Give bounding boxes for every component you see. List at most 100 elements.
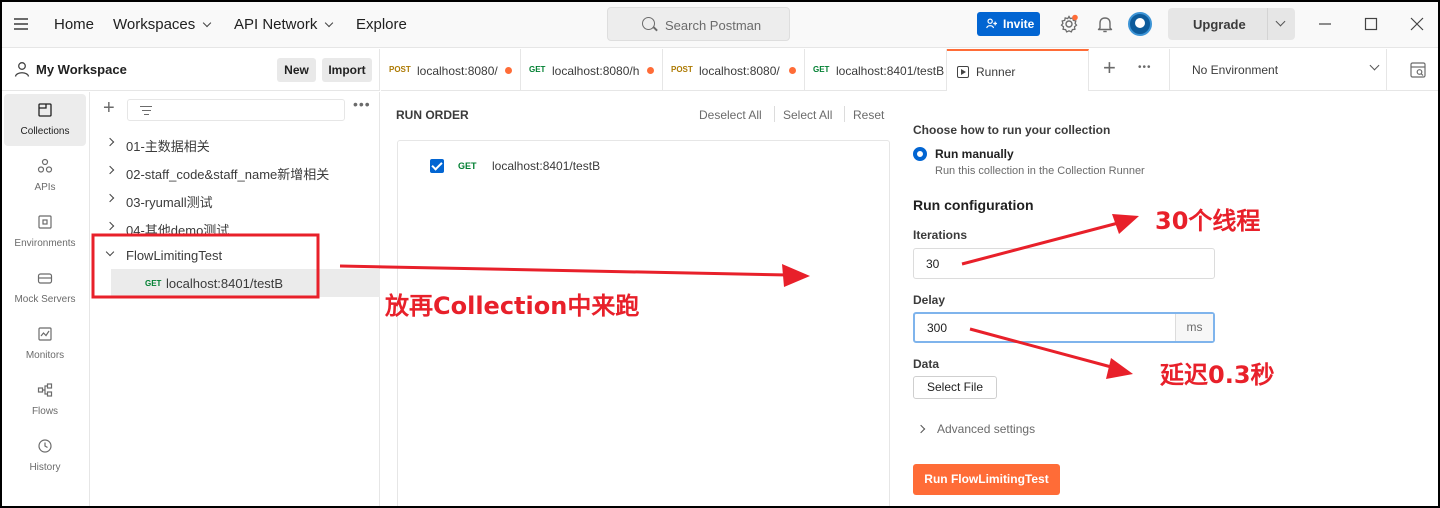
tree-item-collection[interactable]: 03-ryumall测试: [91, 185, 380, 213]
tab-request[interactable]: POST localhost:8080/: [663, 49, 805, 91]
import-button[interactable]: Import: [322, 58, 372, 82]
collections-tree: + ••• 01-主数据相关 02-staff_code&staff_name新…: [91, 92, 380, 506]
divider: [844, 106, 845, 122]
select-file-button[interactable]: Select File: [913, 376, 997, 399]
chevron-right-icon[interactable]: [105, 165, 115, 175]
chevron-right-icon[interactable]: [105, 193, 115, 203]
delay-field[interactable]: 300 ms: [913, 312, 1215, 343]
new-button[interactable]: New: [277, 58, 316, 82]
request-checkbox[interactable]: [430, 159, 444, 173]
iterations-field[interactable]: 30: [913, 248, 1215, 279]
tab-label: Runner: [976, 65, 1016, 79]
nav-explore[interactable]: Explore: [356, 16, 407, 33]
tab-request[interactable]: POST localhost:8080/: [381, 49, 521, 91]
menu-icon[interactable]: [14, 18, 28, 30]
mock-servers-icon: [37, 273, 53, 284]
nav-api-network[interactable]: API Network: [234, 16, 334, 33]
tab-label: localhost:8401/testB: [836, 64, 945, 78]
select-all-link[interactable]: Select All: [783, 108, 832, 122]
run-manually-label[interactable]: Run manually: [935, 147, 1014, 161]
collection-label: 03-ryumall测试: [126, 195, 213, 210]
sidebar-item-label: Environments: [14, 238, 76, 249]
close-icon[interactable]: [1409, 16, 1425, 32]
reset-link[interactable]: Reset: [853, 108, 884, 122]
tab-label: localhost:8080/: [699, 64, 780, 78]
runner-icon: [957, 66, 969, 78]
top-bar: Home Workspaces API Network Explore Sear…: [2, 2, 1438, 48]
notifications-bell-icon[interactable]: [1095, 14, 1115, 34]
maximize-icon[interactable]: [1363, 16, 1379, 32]
chevron-down-icon: [203, 18, 212, 28]
chevron-down-icon: [1369, 60, 1380, 71]
deselect-all-link[interactable]: Deselect All: [699, 108, 762, 122]
tree-item-collection[interactable]: 01-主数据相关: [91, 129, 380, 157]
collection-label: 04-其他demo测试: [126, 223, 230, 238]
sidebar-item-apis[interactable]: APIs: [4, 150, 86, 202]
nav-home[interactable]: Home: [54, 16, 94, 33]
collection-label: FlowLimitingTest: [126, 248, 223, 263]
sidebar-item-history[interactable]: History: [4, 430, 86, 482]
tab-label: localhost:8080/h: [552, 64, 640, 78]
sidebar-item-environments[interactable]: Environments: [4, 206, 86, 258]
run-configuration-heading: Run configuration: [913, 197, 1034, 213]
arrow-head: [1106, 358, 1133, 379]
invite-button[interactable]: Invite: [977, 12, 1040, 36]
sidebar-item-label: Collections: [20, 126, 70, 137]
environment-select[interactable]: No Environment: [1169, 49, 1387, 91]
tree-item-collection[interactable]: FlowLimitingTest: [91, 241, 380, 269]
minimize-icon[interactable]: [1317, 16, 1333, 32]
tab-request[interactable]: GET localhost:8080/h: [521, 49, 663, 91]
new-tab-icon[interactable]: +: [1103, 57, 1116, 79]
environment-quick-look-icon[interactable]: [1409, 61, 1427, 79]
filter-input[interactable]: [127, 99, 345, 121]
settings-icon[interactable]: [1059, 14, 1079, 34]
sidebar-item-collections[interactable]: Collections: [4, 94, 86, 146]
chevron-right-icon[interactable]: [105, 137, 115, 147]
iterations-value: 30: [926, 257, 940, 271]
chevron-right-icon[interactable]: [105, 221, 115, 231]
monitors-icon: [38, 327, 52, 341]
unsaved-dot: [789, 67, 796, 74]
environment-label: No Environment: [1192, 63, 1279, 77]
sidebar-item-flows[interactable]: Flows: [4, 374, 86, 426]
unsaved-dot: [647, 67, 654, 74]
method-badge: GET: [813, 65, 830, 74]
tab-bar: POST localhost:8080/ GET localhost:8080/…: [381, 49, 1438, 91]
more-tabs-icon[interactable]: •••: [1138, 62, 1152, 73]
environments-icon: [38, 215, 52, 229]
upgrade-label: Upgrade: [1193, 17, 1246, 32]
delay-label: Delay: [913, 293, 946, 307]
search-icon: [642, 17, 655, 30]
nav-workspaces[interactable]: Workspaces: [113, 16, 212, 33]
tree-item-collection[interactable]: 04-其他demo测试: [91, 213, 380, 241]
run-manually-radio[interactable]: [913, 147, 927, 161]
more-options-icon[interactable]: •••: [353, 96, 371, 112]
search-input[interactable]: Search Postman: [607, 7, 790, 41]
tab-request[interactable]: GET localhost:8401/testB: [805, 49, 947, 91]
sidebar-item-monitors[interactable]: Monitors: [4, 318, 86, 370]
chevron-down-icon[interactable]: [105, 247, 115, 257]
sidebar-item-label: Mock Servers: [14, 294, 76, 305]
collections-icon: [38, 103, 52, 117]
chevron-right-icon: [916, 424, 926, 434]
run-order-heading: RUN ORDER: [396, 108, 469, 122]
add-collection-icon[interactable]: +: [103, 98, 115, 118]
divider: [1267, 8, 1268, 40]
run-order-list: GET localhost:8401/testB: [397, 140, 890, 506]
tree-item-request[interactable]: GET localhost:8401/testB: [111, 269, 380, 297]
annotation-collection-note: 放再Collection中来跑: [385, 292, 640, 320]
tab-runner[interactable]: Runner: [947, 49, 1089, 91]
add-user-icon: [986, 18, 997, 29]
sidebar-rail: Collections APIs Environments Mock Serve…: [2, 92, 90, 506]
chevron-down-icon[interactable]: [1275, 16, 1286, 27]
method-badge: POST: [671, 65, 693, 74]
request-url: localhost:8401/testB: [492, 159, 601, 173]
history-icon: [38, 439, 52, 453]
tree-item-collection[interactable]: 02-staff_code&staff_name新增相关: [91, 157, 380, 185]
method-badge: GET: [145, 279, 162, 288]
avatar[interactable]: [1128, 12, 1152, 36]
run-collection-button[interactable]: Run FlowLimitingTest: [913, 464, 1060, 495]
sidebar-item-mock-servers[interactable]: Mock Servers: [4, 262, 86, 314]
upgrade-button[interactable]: Upgrade: [1168, 8, 1295, 40]
advanced-settings-label: Advanced settings: [937, 422, 1036, 436]
